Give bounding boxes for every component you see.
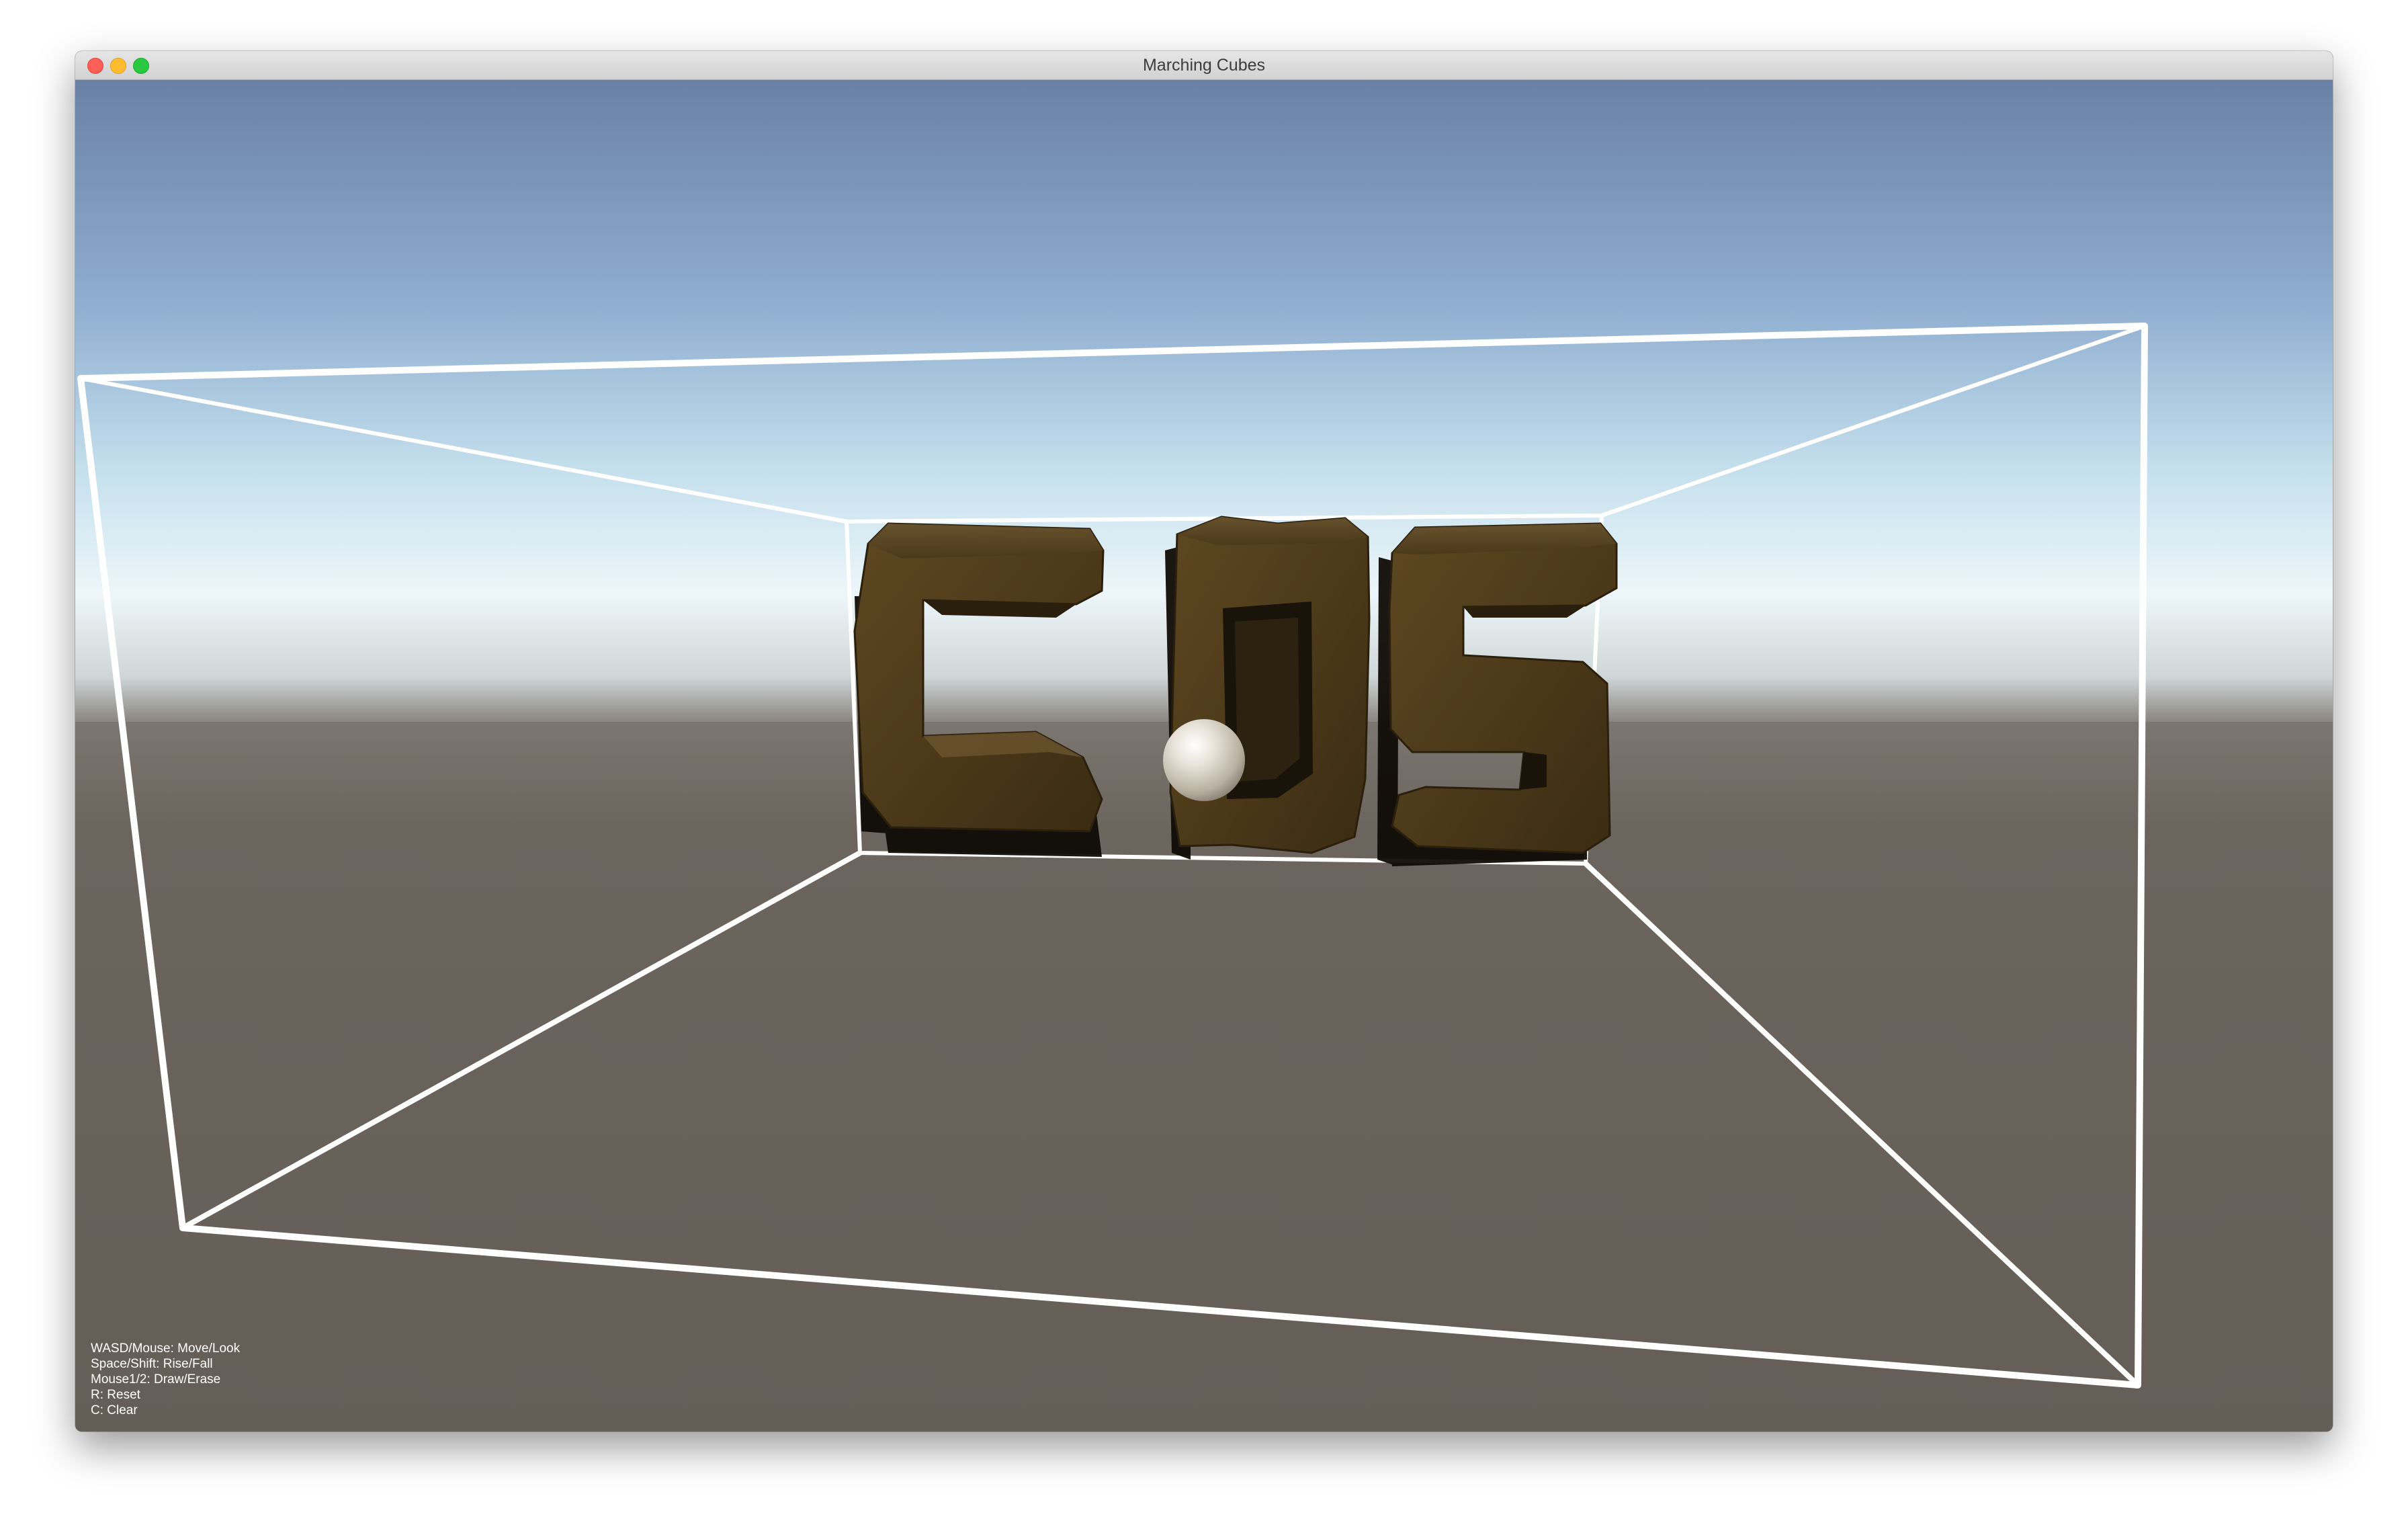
title-bar[interactable]: Marching Cubes [75,51,2333,80]
window-title: Marching Cubes [1142,56,1266,75]
help-line: WASD/Mouse: Move/Look [91,1341,241,1356]
app-window: Marching Cubes WASD/Mouse: Move/Look Spa… [75,51,2333,1432]
help-line: Space/Shift: Rise/Fall [91,1357,213,1371]
3d-viewport[interactable]: WASD/Mouse: Move/Look Space/Shift: Rise/… [75,80,2333,1432]
brush-sphere [1163,719,1245,801]
help-line: Mouse1/2: Draw/Erase [91,1372,221,1387]
help-line: C: Clear [91,1403,138,1417]
scene-canvas[interactable] [75,80,2333,1432]
controls-help: WASD/Mouse: Move/Look Space/Shift: Rise/… [91,1341,240,1418]
help-line: R: Reset [91,1388,140,1402]
